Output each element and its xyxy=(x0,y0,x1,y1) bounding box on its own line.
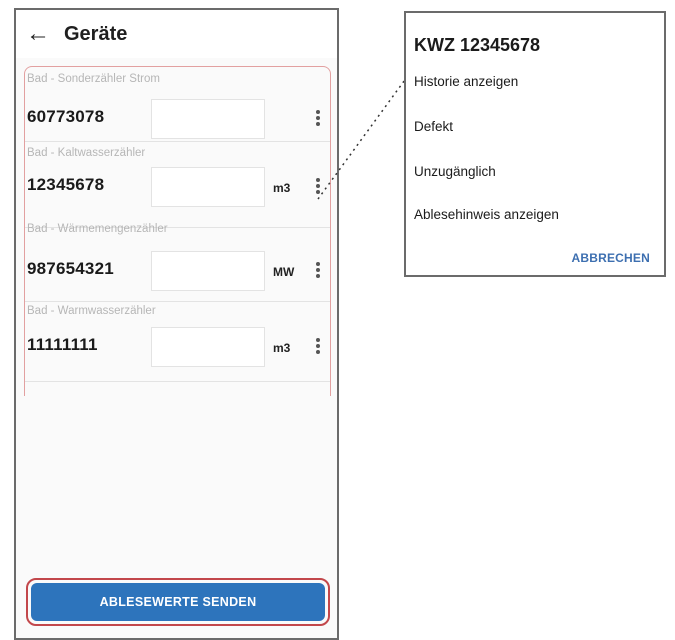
device-label: Bad - Sonderzähler Strom xyxy=(27,73,160,85)
more-vert-icon[interactable] xyxy=(308,333,328,359)
device-options-dialog: KWZ 12345678 Historie anzeigen Defekt Un… xyxy=(404,11,666,277)
menu-item-history[interactable]: Historie anzeigen xyxy=(414,74,518,89)
app-bar: ← Geräte xyxy=(16,10,337,58)
device-row: Bad - Wärmemengenzähler 987654321 MW xyxy=(25,223,330,302)
device-list: Bad - Sonderzähler Strom 60773078 Bad - … xyxy=(24,66,331,396)
send-readings-button[interactable]: ABLESEWERTE SENDEN xyxy=(31,583,325,621)
device-number: 987654321 xyxy=(27,259,114,278)
device-number: 12345678 xyxy=(27,175,105,194)
more-vert-icon[interactable] xyxy=(308,257,328,283)
device-label: Bad - Warmwasserzähler xyxy=(27,305,156,317)
dialog-title: KWZ 12345678 xyxy=(414,35,541,55)
reading-input[interactable] xyxy=(151,251,265,291)
reading-input[interactable] xyxy=(151,327,265,367)
device-number: 60773078 xyxy=(27,107,105,126)
cancel-button[interactable]: ABBRECHEN xyxy=(572,251,650,265)
unit-label: m3 xyxy=(273,341,291,355)
back-arrow-icon[interactable]: ← xyxy=(26,22,56,46)
reading-input[interactable] xyxy=(151,167,265,207)
menu-item-inaccessible[interactable]: Unzugänglich xyxy=(414,164,496,179)
device-row: Bad - Sonderzähler Strom 60773078 xyxy=(25,67,330,142)
menu-item-defect[interactable]: Defekt xyxy=(414,119,453,134)
send-button-highlight: ABLESEWERTE SENDEN xyxy=(26,578,330,626)
more-vert-icon[interactable] xyxy=(308,173,328,199)
reading-input[interactable] xyxy=(151,99,265,139)
device-number: 11111111 xyxy=(27,335,98,354)
device-label: Bad - Wärmemengenzähler xyxy=(27,223,168,235)
unit-label: MW xyxy=(273,265,295,279)
device-row: Bad - Kaltwasserzähler 12345678 m3 xyxy=(25,147,330,228)
page-title: Geräte xyxy=(64,22,128,45)
unit-label: m3 xyxy=(273,181,291,195)
device-label: Bad - Kaltwasserzähler xyxy=(27,147,146,159)
device-list-screen: ← Geräte Bad - Sonderzähler Strom 607730… xyxy=(14,8,339,640)
menu-item-reading-hint[interactable]: Ablesehinweis anzeigen xyxy=(414,207,559,222)
more-vert-icon[interactable] xyxy=(308,105,328,131)
device-row: Bad - Warmwasserzähler 11111111 m3 xyxy=(25,305,330,382)
